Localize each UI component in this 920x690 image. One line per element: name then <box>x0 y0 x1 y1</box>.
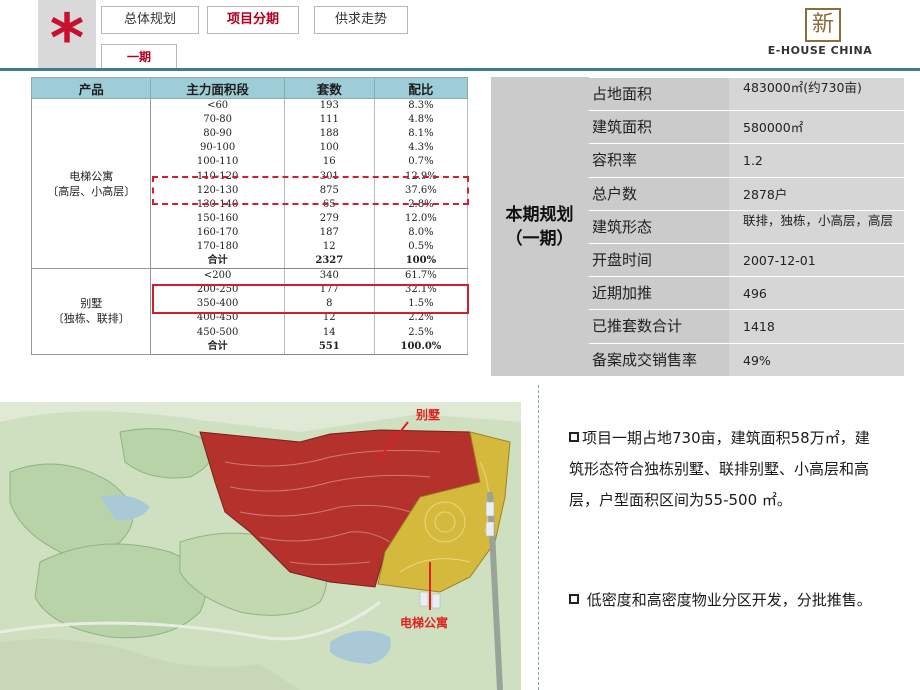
ratio-cell: 61.7% <box>373 268 469 284</box>
total-count: 551 <box>283 339 375 355</box>
count-cell: 279 <box>283 211 375 226</box>
count-cell: 100 <box>283 141 375 156</box>
count-cell: 14 <box>283 325 375 340</box>
plan-row: 总户数 2878户 <box>589 176 904 210</box>
map-label-villa: 别墅 <box>416 408 441 422</box>
total-ratio: 100% <box>373 254 469 270</box>
count-cell: 16 <box>283 155 375 170</box>
plan-key: 建筑形态 <box>592 217 653 236</box>
area-cell: 70-80 <box>150 113 285 128</box>
plan-row: 已推套数合计 1418 <box>589 309 904 343</box>
ratio-cell: 8.3% <box>373 98 469 114</box>
ratio-cell: 0.5% <box>373 239 469 255</box>
plan-value: 1.2 <box>729 144 904 177</box>
plan-key: 建筑面积 <box>592 118 653 137</box>
plan-row: 占地面积 483000㎡(约730亩) <box>589 77 904 111</box>
plan-row: 近期加推 496 <box>589 276 904 310</box>
product-group-cell: 别墅 〔独栋、联排〕 <box>30 268 152 355</box>
count-cell: 187 <box>283 225 375 240</box>
col-header-count: 套数 <box>283 77 375 99</box>
plan-value: 483000㎡(约730亩) <box>729 78 904 111</box>
plan-row: 容积率 1.2 <box>589 143 904 177</box>
description-para-2: 低密度和高密度物业分区开发，分批推售。 <box>569 585 879 616</box>
area-cell: 80-90 <box>150 127 285 142</box>
plan-value: 1418 <box>729 310 904 343</box>
plan-value: 496 <box>729 277 904 310</box>
plan-value: 联排，独栋，小高层，高层 <box>729 210 904 243</box>
tab-supply-demand[interactable]: 供求走势 <box>314 6 408 34</box>
section-divider <box>538 385 539 690</box>
col-header-ratio: 配比 <box>373 77 469 99</box>
area-cell: <60 <box>150 98 285 114</box>
tab-project-phases[interactable]: 项目分期 <box>207 6 299 34</box>
total-ratio: 100.0% <box>373 339 469 355</box>
highlight-villa-range <box>152 284 469 314</box>
plan-key: 总户数 <box>592 184 638 203</box>
total-label: 合计 <box>150 254 285 270</box>
col-header-product: 产品 <box>30 77 152 99</box>
count-cell: 340 <box>283 268 375 284</box>
logo: * <box>38 0 96 77</box>
area-cell: 100-110 <box>150 155 285 170</box>
area-cell: 150-160 <box>150 211 285 226</box>
area-cell: 90-100 <box>150 141 285 156</box>
tab-overall-planning[interactable]: 总体规划 <box>101 6 199 34</box>
description-para-1: 项目一期占地730亩，建筑面积58万㎡，建筑形态符合独栋别墅、联排别墅、小高层和… <box>569 429 870 509</box>
ratio-cell: 8.0% <box>373 225 469 240</box>
plan-key: 近期加推 <box>592 284 653 303</box>
plan-value: 2878户 <box>729 177 904 210</box>
subtab-phase-one[interactable]: 一期 <box>101 44 177 70</box>
plan-row: 备案成交销售率 49% <box>589 342 904 376</box>
plan-key: 开盘时间 <box>592 251 653 269</box>
table-row: 别墅 〔独栋、联排〕 <200 340 61.7% <box>30 268 469 355</box>
area-cell: <200 <box>150 268 285 284</box>
plan-key: 备案成交销售率 <box>592 350 698 369</box>
area-cell: 160-170 <box>150 225 285 240</box>
ratio-cell: 8.1% <box>373 127 469 142</box>
checkbox-bullet-icon <box>569 432 579 442</box>
plan-title: 本期规划 （一期） <box>505 204 574 249</box>
ratio-cell: 4.8% <box>373 113 469 128</box>
total-count: 2327 <box>283 254 375 270</box>
asterisk-icon: * <box>49 0 85 77</box>
plan-value: 580000㎡ <box>729 111 904 144</box>
plan-value: 49% <box>729 343 904 376</box>
ratio-cell: 12.0% <box>373 211 469 226</box>
plan-key: 已推套数合计 <box>592 317 683 336</box>
checkbox-bullet-icon <box>569 594 579 604</box>
ratio-cell: 4.3% <box>373 141 469 156</box>
count-cell: 111 <box>283 113 375 128</box>
plan-row: 开盘时间 2007-12-01 <box>589 243 904 277</box>
count-cell: 12 <box>283 239 375 255</box>
plan-value: 2007-12-01 <box>729 244 904 277</box>
brand-logo-icon: 新 <box>805 8 841 42</box>
brand-name: E-HOUSE CHINA <box>767 44 873 57</box>
map-label-apartment: 电梯公寓 <box>400 616 449 630</box>
product-group-cell: 电梯公寓 〔高层、小高层〕 <box>30 97 152 270</box>
area-cell: 450-500 <box>150 325 285 340</box>
plan-row: 建筑形态 联排，独栋，小高层，高层 <box>589 209 904 243</box>
highlight-apartment-range <box>152 176 469 205</box>
count-cell: 193 <box>283 98 375 114</box>
table-row: 电梯公寓 〔高层、小高层〕 <60 193 8.3% <box>30 97 469 270</box>
ratio-cell: 0.7% <box>373 155 469 170</box>
total-label: 合计 <box>150 339 285 355</box>
site-plan-map <box>0 402 521 690</box>
count-cell: 188 <box>283 127 375 142</box>
header-divider <box>0 68 920 71</box>
plan-key: 占地面积 <box>592 85 653 103</box>
area-cell: 170-180 <box>150 239 285 255</box>
plan-row: 建筑面积 580000㎡ <box>589 110 904 144</box>
plan-key: 容积率 <box>592 151 638 170</box>
col-header-area: 主力面积段 <box>150 77 285 99</box>
ratio-cell: 2.5% <box>373 325 469 340</box>
